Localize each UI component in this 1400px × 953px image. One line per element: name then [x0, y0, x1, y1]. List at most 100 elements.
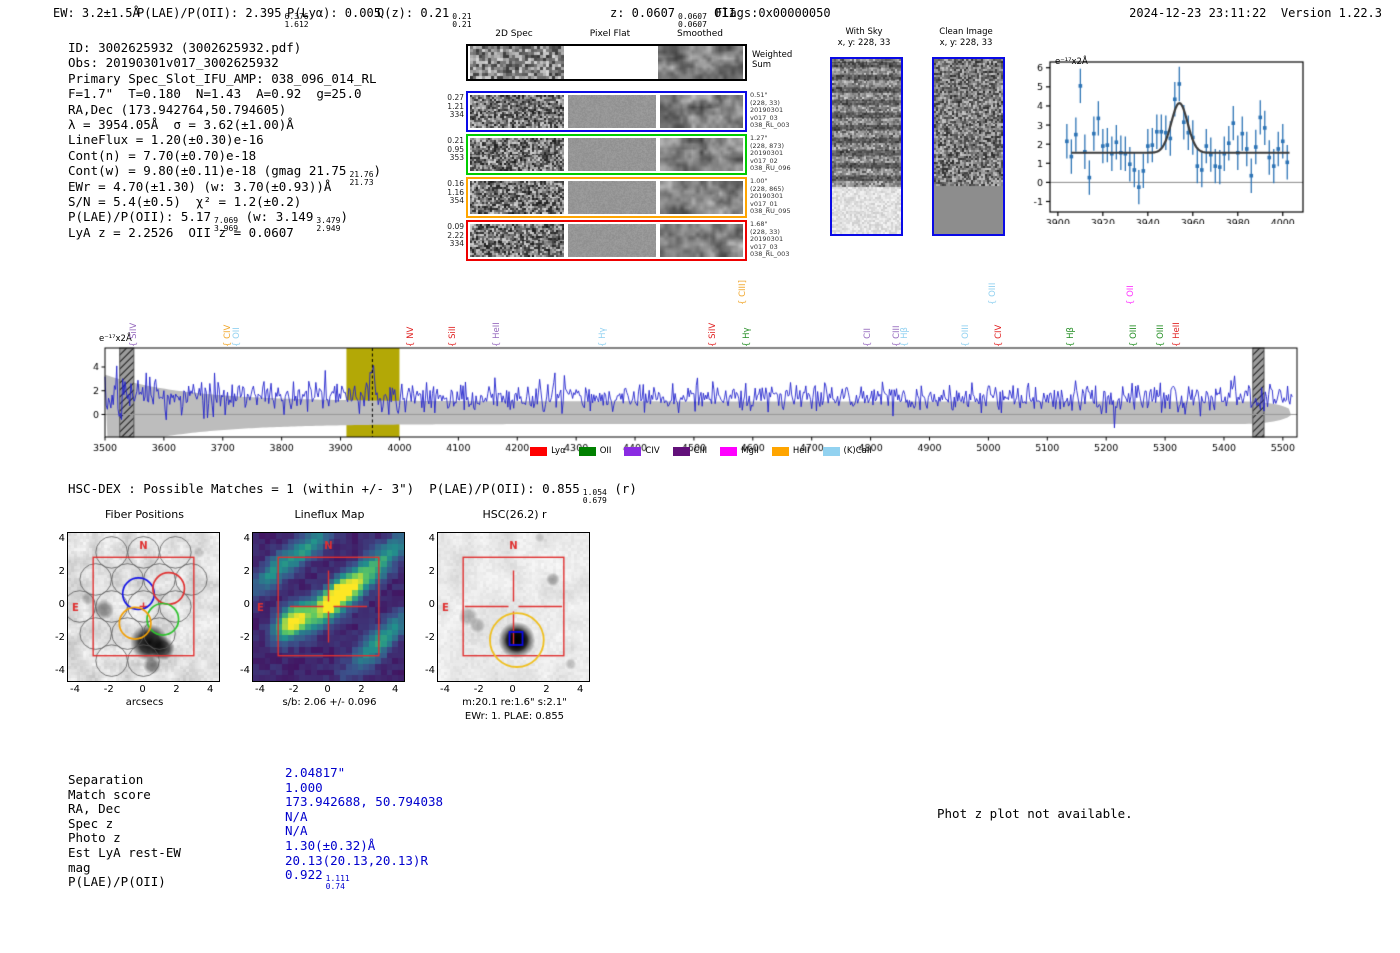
clean-image: [932, 57, 1005, 236]
row-smoothed-image: [660, 224, 743, 257]
row-smoothed-image: [660, 95, 743, 128]
row-2d-spec-image: [470, 95, 564, 128]
text-segment: (w: 3.149: [238, 209, 314, 225]
weighted-sum-label: Weighted Sum: [752, 50, 793, 70]
axis-tick-label: 4: [392, 684, 399, 695]
row-pixel-flat-image: [568, 181, 656, 214]
text-segment: P(Lyα): 0.005: [287, 6, 381, 20]
text-segment: λ = 3954.05Å σ = 3.62(±1.00)Å: [68, 117, 294, 132]
weighted-sum-row: [466, 44, 747, 81]
axis-tick-label: -4: [70, 684, 80, 695]
info-line: LyA z = 2.2526 OII z = 0.0607: [68, 225, 294, 240]
fiber-positions-image: [67, 532, 220, 682]
axis-tick-label: 4: [58, 533, 65, 544]
text-segment: 20.13(20.13,20.13)R: [285, 852, 428, 868]
legend-item: Lyα: [530, 446, 566, 456]
axis-tick-label: 2: [173, 684, 180, 695]
emission-line-label: { OIII: [987, 282, 998, 305]
match-row-value: 1.000: [285, 780, 323, 795]
match-row-value: 20.13(20.13,20.13)R: [285, 853, 428, 868]
cutout-row: [466, 91, 747, 132]
match-row-value: N/A: [285, 809, 308, 824]
text-segment: Cont(n) = 7.70(±0.70)e-18: [68, 147, 257, 163]
text-segment: Q(z): 0.21: [377, 6, 450, 20]
info-line: ID: 3002625932 (3002625932.pdf): [68, 40, 301, 55]
match-row-label: RA, Dec: [68, 801, 121, 817]
legend-label: CIV: [645, 446, 660, 456]
info-line: LineFlux = 1.20(±0.30)e-16: [68, 132, 264, 147]
fiber-positions-title: Fiber Positions: [105, 508, 184, 521]
cutout-row: [466, 134, 747, 175]
text-segment: ): [340, 209, 348, 225]
axis-tick-label: -2: [240, 632, 250, 643]
row-pixel-flat-image: [568, 95, 656, 128]
lineflux-map-title: Lineflux Map: [294, 508, 365, 521]
fraction-lower: 0.74: [325, 881, 345, 891]
legend-swatch: [578, 446, 596, 456]
text-segment: 1.000: [285, 779, 323, 795]
lineflux-map-panel: Lineflux Map 4 2 0 -2 -4 -4 -2 0 2 4 s/b: 2.06 +/- …: [240, 508, 417, 723]
info-line: RA,Dec (173.942764,50.794605): [68, 102, 286, 117]
axis-tick-label: -4: [255, 684, 265, 695]
stacked-fraction: 3.479 2.949: [316, 217, 340, 232]
axis-tick-label: 0: [139, 684, 146, 695]
match-row-value: 173.942688, 50.794038: [285, 794, 443, 809]
row-left-value: 354: [449, 196, 464, 206]
axis-tick-label: -2: [103, 684, 114, 695]
axis-tick-label: -4: [240, 665, 250, 676]
text-segment: z: 0.0607: [610, 6, 676, 20]
legend-swatch: [822, 446, 840, 456]
match-row-label: Est LyA rest-EW: [68, 845, 181, 860]
legend-label: MgII: [741, 446, 759, 456]
fiber-positions-caption: arcsecs: [125, 697, 164, 708]
stacked-fraction: 1.054 0.679: [583, 489, 607, 504]
weighted-smoothed-image: [658, 46, 743, 79]
lineflux-map-caption: s/b: 2.06 +/- 0.096: [282, 697, 377, 708]
stacked-fraction: 1.111 0.74: [326, 875, 350, 890]
text-segment: 2.04817": [285, 765, 346, 780]
match-row-label: P(LAE)/P(OII): [68, 874, 166, 890]
legend-item: OII: [578, 446, 612, 456]
stacked-fraction: 0.21 0.21: [452, 13, 471, 28]
hsc-r-band-caption: m:20.1 re:1.6" s:2.1": [462, 697, 567, 708]
axis-tick-label: 4: [577, 684, 584, 695]
row-snr-labels: 0.21 0.95 353: [440, 136, 464, 163]
row-2d-spec-image: [470, 138, 564, 171]
row-snr-labels: 0.27 1.21 334: [440, 93, 464, 120]
axis-tick-label: 0: [324, 684, 331, 695]
legend-item: (K)CaII: [822, 446, 872, 456]
elixer-report-page: EW: 3.2±1.5Å P(LAE)/P(OII): 2.395 6.376 1.6…: [0, 0, 1400, 953]
match-row-value: 1.30(±0.32)Å: [285, 838, 375, 853]
match-row-label: mag: [68, 859, 91, 875]
with-sky-title: With Sky: [845, 27, 883, 37]
zoom-spectrum-plot: [1030, 52, 1320, 224]
lineflux-map-image: [252, 532, 405, 682]
column-header-smoothed: Smoothed: [677, 29, 723, 39]
clean-image-title: Clean Image: [939, 27, 993, 37]
text-segment: Primary Spec_Slot_IFU_AMP: 038_096_014_R…: [68, 70, 377, 86]
info-line: λ = 3954.05Å σ = 3.62(±1.00)Å: [68, 117, 294, 132]
fraction-lower: 1.612: [284, 19, 309, 29]
row-right-value: 038_RL_003: [750, 121, 790, 130]
axis-tick-label: -2: [288, 684, 299, 695]
emission-line-label: { OII: [1125, 285, 1136, 305]
axis-tick-label: 2: [58, 566, 65, 577]
row-snr-labels: 0.09 2.22 334: [440, 222, 464, 249]
info-line: EWr = 4.70(±1.30) (w: 3.70(±0.93))Å: [68, 179, 331, 194]
axis-tick-label: -4: [55, 665, 65, 676]
column-header-2d-spec: 2D Spec: [495, 29, 533, 39]
text-segment: 173.942688, 50.794038: [285, 794, 444, 810]
column-header-pixel-flat: Pixel Flat: [589, 29, 631, 39]
legend-label: (K)CaII: [843, 446, 872, 456]
row-right-value: 038_RL_003: [750, 250, 790, 259]
header-item: P(LAE)/P(OII): 2.395 6.376 1.612: [137, 6, 309, 28]
legend-label: OII: [599, 446, 612, 456]
legend-item: CIII: [672, 446, 707, 456]
text-segment: HSC-DEX : Possible Matches = 1 (within +…: [68, 481, 580, 496]
text-segment: ): [373, 163, 382, 179]
hsc-r-band-image: [437, 532, 590, 682]
legend-swatch: [530, 446, 548, 456]
line-family-legend: Lyα OII CIV CIII MgII HeII (K)CaII: [105, 446, 1297, 456]
match-row-value: 0.922 1.111 0.74: [285, 867, 350, 890]
axis-tick-label: 2: [243, 566, 250, 577]
